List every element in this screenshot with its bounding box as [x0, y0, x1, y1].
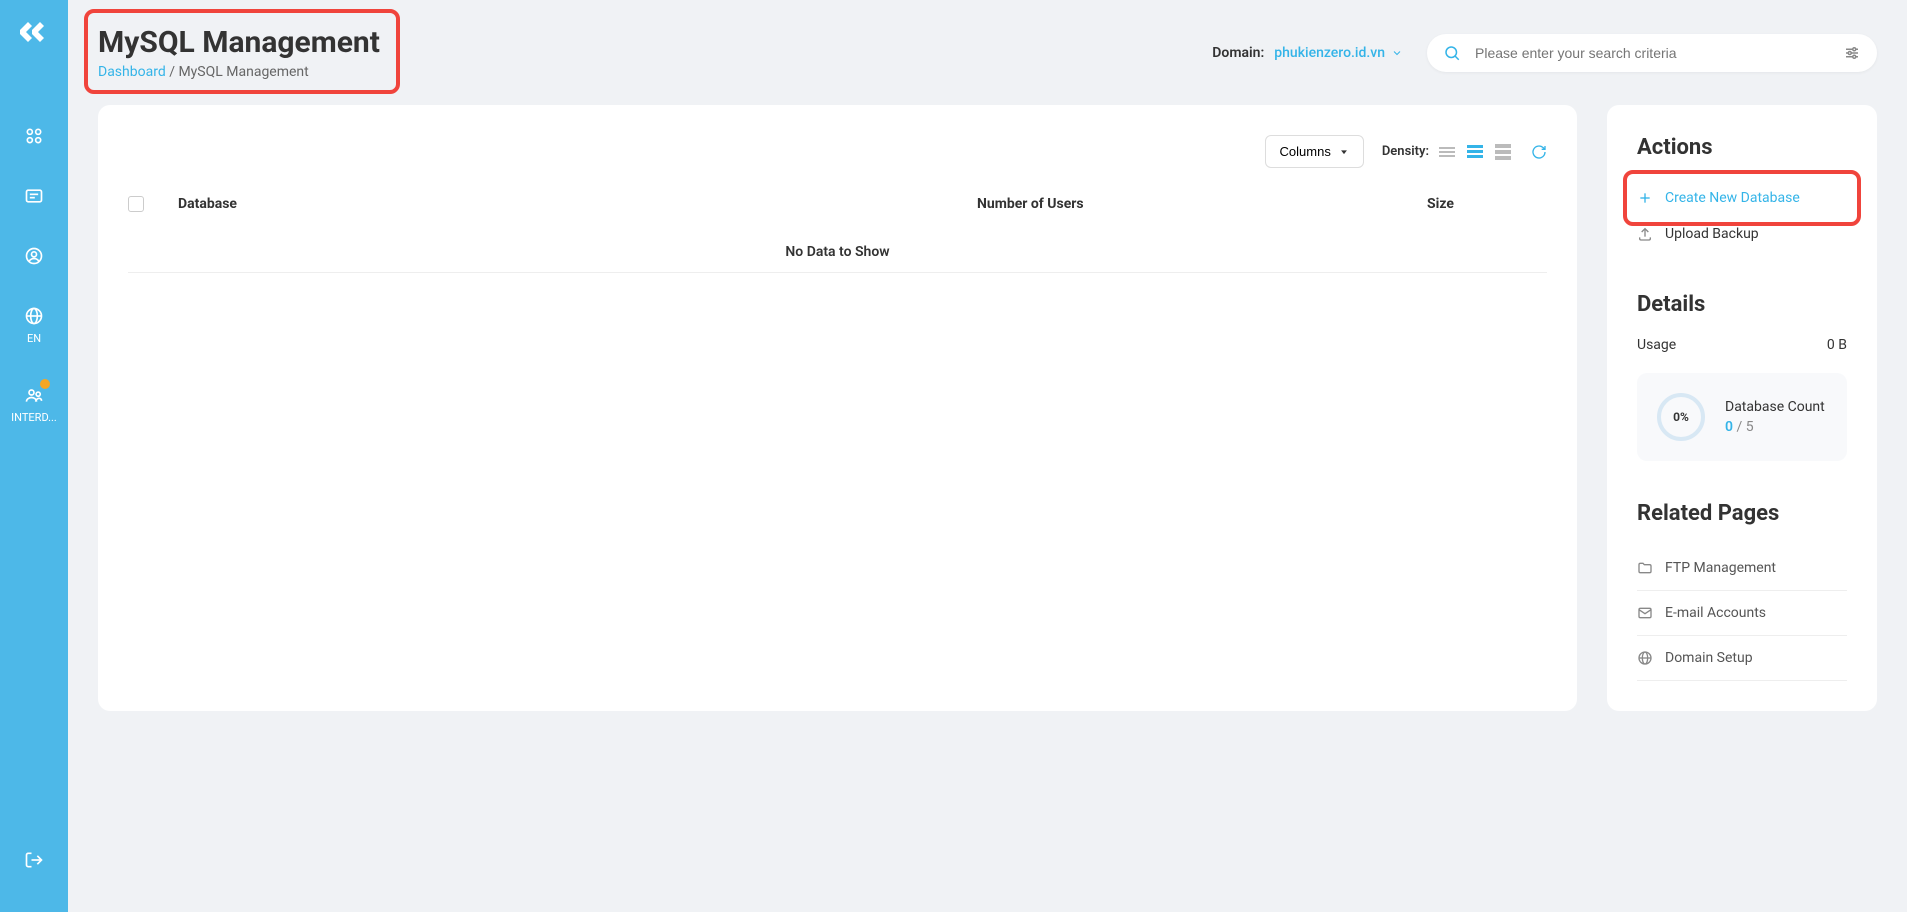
sidebar-item-messages[interactable]: [0, 166, 68, 226]
density-large[interactable]: [1493, 142, 1513, 162]
density-medium[interactable]: [1465, 143, 1485, 160]
plus-icon: [1637, 190, 1653, 206]
col-header-users[interactable]: Number of Users: [977, 196, 1427, 212]
upload-backup-button[interactable]: Upload Backup: [1637, 216, 1847, 252]
mail-icon: [1637, 605, 1653, 621]
search-icon: [1443, 44, 1461, 62]
col-header-size[interactable]: Size: [1427, 196, 1547, 212]
page-title: MySQL Management: [98, 25, 380, 60]
actions-title: Actions: [1637, 135, 1847, 160]
db-count-max: 5: [1746, 419, 1754, 435]
sidebar-item-profile[interactable]: [0, 226, 68, 286]
usage-percent: 0%: [1657, 393, 1705, 441]
breadcrumb-current: MySQL Management: [178, 64, 308, 80]
chevron-down-icon: [1391, 47, 1403, 59]
logo[interactable]: [18, 18, 50, 46]
details-title: Details: [1637, 292, 1847, 317]
sidebar-item-language[interactable]: EN: [0, 286, 68, 365]
col-header-database[interactable]: Database: [178, 196, 977, 212]
domain-label: Domain:: [1212, 45, 1264, 61]
density-compact[interactable]: [1437, 145, 1457, 159]
caret-down-icon: [1339, 147, 1349, 157]
upload-icon: [1637, 226, 1653, 242]
sidebar-item-apps[interactable]: [0, 106, 68, 166]
no-data-message: No Data to Show: [128, 220, 1547, 273]
density-label: Density:: [1382, 144, 1429, 159]
sidebar: EN INTERD...: [0, 0, 68, 912]
density-control: Density:: [1382, 142, 1513, 162]
sidebar-item-logout[interactable]: [24, 830, 44, 894]
breadcrumb-dashboard[interactable]: Dashboard: [98, 64, 166, 80]
related-email[interactable]: E-mail Accounts: [1637, 591, 1847, 636]
globe-icon: [1637, 650, 1653, 666]
related-ftp[interactable]: FTP Management: [1637, 546, 1847, 591]
columns-button[interactable]: Columns: [1265, 135, 1364, 168]
page-header: MySQL Management Dashboard / MySQL Manag…: [68, 0, 1907, 105]
select-all-checkbox[interactable]: [128, 196, 144, 212]
sidebar-item-users[interactable]: INTERD...: [0, 365, 68, 444]
domain-value: phukienzero.id.vn: [1274, 45, 1385, 61]
filter-settings-icon[interactable]: [1843, 44, 1861, 62]
search-input[interactable]: [1475, 45, 1843, 61]
notification-dot-icon: [40, 379, 50, 389]
create-database-button[interactable]: Create New Database: [1637, 180, 1847, 216]
related-title: Related Pages: [1637, 501, 1847, 526]
user-label: INTERD...: [11, 411, 57, 424]
domain-selector[interactable]: Domain: phukienzero.id.vn: [1212, 45, 1403, 61]
database-table: Database Number of Users Size No Data to…: [128, 188, 1547, 273]
refresh-icon[interactable]: [1531, 144, 1547, 160]
language-label: EN: [27, 332, 41, 345]
usage-label: Usage: [1637, 337, 1676, 353]
database-table-card: Columns Density: Database: [98, 105, 1577, 711]
side-panel: Actions Create New Database Upload Backu…: [1607, 105, 1877, 711]
usage-value: 0 B: [1827, 337, 1847, 353]
related-domain[interactable]: Domain Setup: [1637, 636, 1847, 681]
search-box: [1427, 34, 1877, 72]
usage-row: Usage 0 B: [1637, 337, 1847, 353]
folder-icon: [1637, 560, 1653, 576]
db-count-label: Database Count: [1725, 399, 1825, 415]
breadcrumb: Dashboard / MySQL Management: [98, 64, 380, 80]
database-count-card: 0% Database Count 0 / 5: [1637, 373, 1847, 461]
db-count-current: 0: [1725, 419, 1733, 435]
